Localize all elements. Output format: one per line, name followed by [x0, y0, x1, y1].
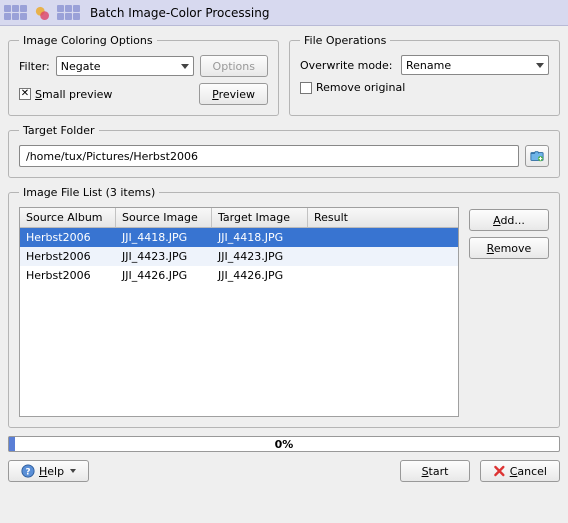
- col-source-image[interactable]: Source Image: [116, 208, 212, 227]
- cancel-button[interactable]: Cancel: [480, 460, 560, 482]
- start-button[interactable]: Start: [400, 460, 470, 482]
- browse-folder-button[interactable]: [525, 145, 549, 167]
- overwrite-mode-value: Rename: [406, 59, 451, 72]
- checkbox-unchecked-icon: [300, 82, 312, 94]
- target-folder-value: /home/tux/Pictures/Herbst2006: [26, 150, 198, 163]
- col-target-image[interactable]: Target Image: [212, 208, 308, 227]
- col-source-album[interactable]: Source Album: [20, 208, 116, 227]
- window-controls-icon[interactable]: [57, 5, 80, 20]
- target-folder-legend: Target Folder: [19, 124, 99, 137]
- chevron-down-icon: [181, 64, 189, 69]
- col-result[interactable]: Result: [308, 208, 458, 227]
- checkbox-checked-icon: ✕: [19, 88, 31, 100]
- chevron-down-icon: [536, 63, 544, 68]
- cancel-icon: [493, 464, 506, 478]
- progress-bar: 0%: [8, 436, 560, 452]
- table-body: Herbst2006 JJI_4418.JPG JJI_4418.JPG Her…: [20, 228, 458, 416]
- filter-select-value: Negate: [61, 60, 101, 73]
- filter-select[interactable]: Negate: [56, 56, 194, 76]
- small-preview-label: Small preview: [35, 88, 112, 101]
- image-file-list-group: Image File List (3 items) Source Album S…: [8, 186, 560, 428]
- window-menu-icon[interactable]: [4, 5, 27, 20]
- folder-icon: [530, 149, 544, 163]
- target-folder-group: Target Folder /home/tux/Pictures/Herbst2…: [8, 124, 560, 178]
- app-icon: [33, 4, 51, 22]
- small-preview-checkbox[interactable]: ✕ Small preview: [19, 88, 112, 101]
- help-button[interactable]: ? Help: [8, 460, 89, 482]
- svg-text:?: ?: [25, 468, 30, 478]
- add-button[interactable]: Add...: [469, 209, 549, 231]
- table-row[interactable]: Herbst2006 JJI_4426.JPG JJI_4426.JPG: [20, 266, 458, 285]
- image-file-list-legend: Image File List (3 items): [19, 186, 159, 199]
- table-row[interactable]: Herbst2006 JJI_4423.JPG JJI_4423.JPG: [20, 247, 458, 266]
- table-row[interactable]: Herbst2006 JJI_4418.JPG JJI_4418.JPG: [20, 228, 458, 247]
- titlebar: Batch Image-Color Processing: [0, 0, 568, 26]
- overwrite-mode-label: Overwrite mode:: [300, 59, 395, 72]
- remove-original-checkbox[interactable]: Remove original: [300, 81, 405, 94]
- remove-button[interactable]: Remove: [469, 237, 549, 259]
- preview-button[interactable]: Preview: [199, 83, 268, 105]
- file-list-table[interactable]: Source Album Source Image Target Image R…: [19, 207, 459, 417]
- filter-label: Filter:: [19, 60, 50, 73]
- chevron-down-icon: [70, 469, 76, 473]
- image-coloring-options-group: Image Coloring Options Filter: Negate Op…: [8, 34, 279, 116]
- options-button[interactable]: Options: [200, 55, 268, 77]
- progress-text: 0%: [9, 437, 559, 451]
- file-operations-group: File Operations Overwrite mode: Rename R…: [289, 34, 560, 116]
- file-operations-legend: File Operations: [300, 34, 390, 47]
- remove-original-label: Remove original: [316, 81, 405, 94]
- window-title: Batch Image-Color Processing: [86, 6, 269, 20]
- image-coloring-legend: Image Coloring Options: [19, 34, 157, 47]
- help-icon: ?: [21, 464, 35, 478]
- target-folder-input[interactable]: /home/tux/Pictures/Herbst2006: [19, 145, 519, 167]
- overwrite-mode-select[interactable]: Rename: [401, 55, 549, 75]
- table-header: Source Album Source Image Target Image R…: [20, 208, 458, 228]
